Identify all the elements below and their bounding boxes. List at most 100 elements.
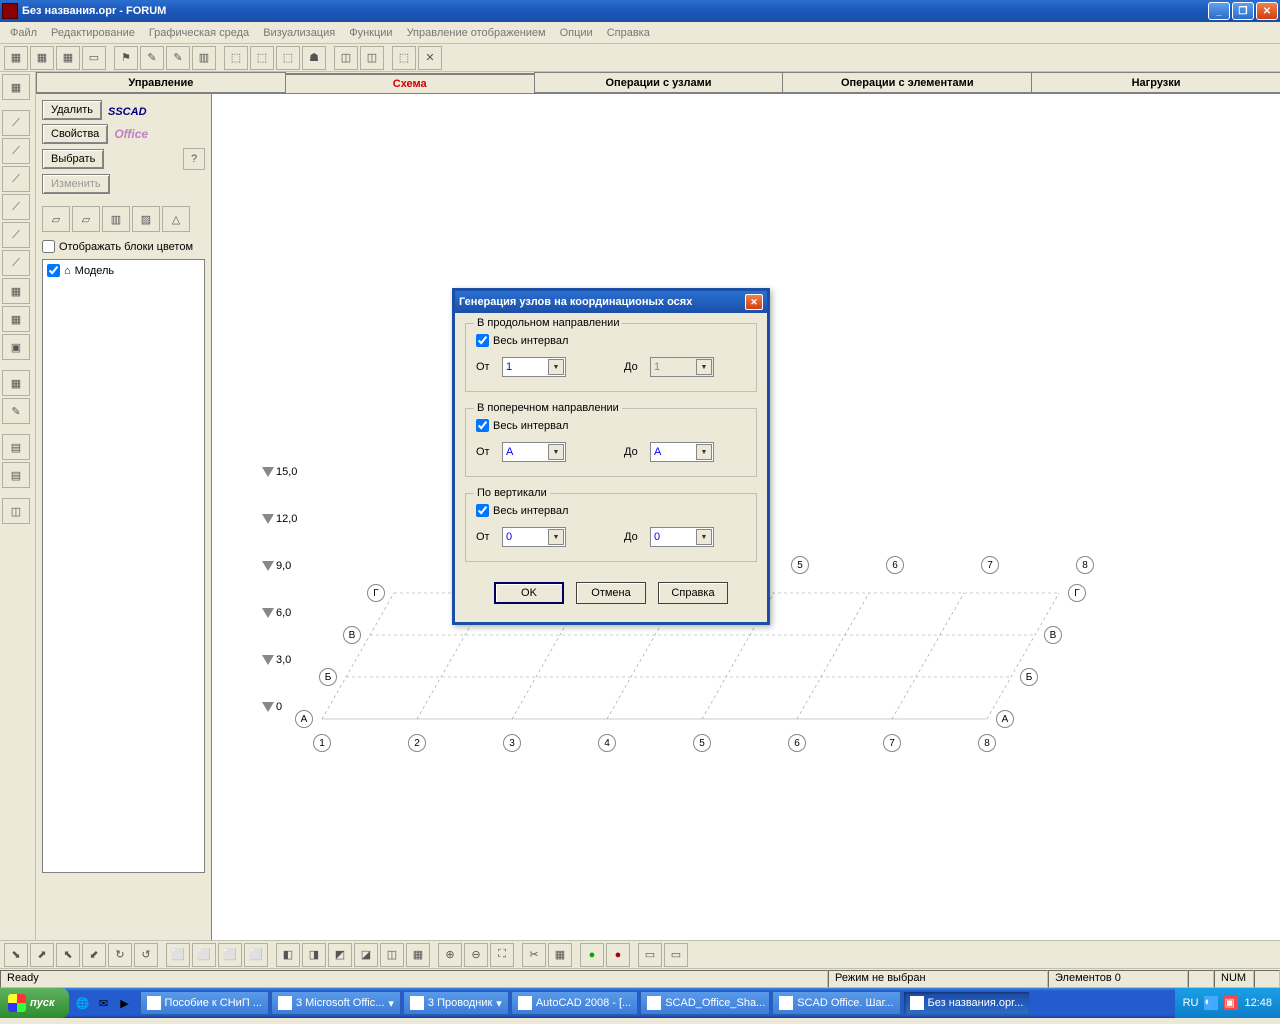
model-tree[interactable]: ⌂ Модель (42, 259, 205, 873)
view5-icon[interactable]: ↺ (134, 943, 158, 967)
edit-icon[interactable]: ✎ (140, 46, 164, 70)
cube3-icon[interactable]: ⬜ (218, 943, 242, 967)
tree-item[interactable]: ⌂ Модель (47, 264, 200, 277)
menu-item[interactable]: Графическая среда (143, 25, 255, 41)
delete-icon[interactable]: ✕ (418, 46, 442, 70)
panel-icon-5[interactable]: △ (162, 206, 190, 232)
ltool-3-icon[interactable]: ⟋ (2, 166, 30, 192)
ltool-11-icon[interactable]: ✎ (2, 398, 30, 424)
ql-media-icon[interactable]: ▶ (115, 993, 135, 1013)
cube1-icon[interactable]: ⬜ (166, 943, 190, 967)
menu-item[interactable]: Справка (601, 25, 656, 41)
columns-icon[interactable]: ▥ (192, 46, 216, 70)
panel-icon-4[interactable]: ▨ (132, 206, 160, 232)
sect1-icon[interactable]: ◧ (276, 943, 300, 967)
menu-item[interactable]: Редактирование (45, 25, 141, 41)
axes-icon[interactable]: ⬊ (4, 943, 28, 967)
taskbar-item[interactable]: SCAD Office. Шаг... (772, 991, 900, 1015)
ok-button[interactable]: OK (494, 582, 564, 604)
zoom-in-icon[interactable]: ⊕ (438, 943, 462, 967)
ltool-scheme-icon[interactable]: ▦ (2, 74, 30, 100)
tray-icon-2[interactable]: ▣ (1224, 996, 1238, 1010)
menu-item[interactable]: Файл (4, 25, 43, 41)
taskbar-item[interactable]: SCAD_Office_Sha... (640, 991, 770, 1015)
cube2-icon[interactable]: ⬜ (192, 943, 216, 967)
panel-icon-1[interactable]: ▱ (42, 206, 70, 232)
sect6-icon[interactable]: ▦ (406, 943, 430, 967)
panel-icon-2[interactable]: ▱ (72, 206, 100, 232)
start-button[interactable]: пуск (0, 988, 69, 1018)
ltool-7-icon[interactable]: ▦ (2, 278, 30, 304)
view1-icon[interactable]: ⬈ (30, 943, 54, 967)
dialog-close-button[interactable]: ✕ (745, 294, 763, 310)
chevron-down-icon[interactable]: ▼ (548, 444, 564, 460)
language-indicator[interactable]: RU (1183, 997, 1199, 1009)
taskbar-item[interactable]: AutoCAD 2008 - [... (511, 991, 638, 1015)
chevron-down-icon[interactable]: ▼ (696, 529, 712, 545)
zoom-fit-icon[interactable]: ⛶ (490, 943, 514, 967)
ltool-12-icon[interactable]: ▤ (2, 434, 30, 460)
minimize-button[interactable]: _ (1208, 2, 1230, 20)
vert-interval-checkbox[interactable] (476, 504, 489, 517)
menu-item[interactable]: Управление отображением (401, 25, 552, 41)
trans-from-select[interactable]: А▼ (502, 442, 566, 462)
red-dot-icon[interactable]: ● (606, 943, 630, 967)
vert-from-select[interactable]: 0▼ (502, 527, 566, 547)
taskbar-item[interactable]: 3 Проводник▾ (403, 991, 509, 1015)
tool6-icon[interactable]: ⬚ (392, 46, 416, 70)
ltool-2-icon[interactable]: ⟋ (2, 138, 30, 164)
sect5-icon[interactable]: ◫ (380, 943, 404, 967)
tool3-icon[interactable]: ⬚ (276, 46, 300, 70)
menu-item[interactable]: Функции (343, 25, 398, 41)
ltool-4-icon[interactable]: ⟋ (2, 194, 30, 220)
select-button[interactable]: Выбрать (42, 149, 104, 169)
main-tab[interactable]: Схема (285, 73, 535, 93)
trans-interval-checkbox[interactable] (476, 419, 489, 432)
main-tab[interactable]: Нагрузки (1031, 72, 1280, 92)
close-button[interactable]: ✕ (1256, 2, 1278, 20)
chevron-down-icon[interactable]: ▼ (696, 444, 712, 460)
long-interval-checkbox[interactable] (476, 334, 489, 347)
dialog-titlebar[interactable]: Генерация узлов на координационых осях ✕ (455, 291, 767, 313)
green-dot-icon[interactable]: ● (580, 943, 604, 967)
view3-icon[interactable]: ⬋ (82, 943, 106, 967)
cancel-button[interactable]: Отмена (576, 582, 646, 604)
properties-button[interactable]: Свойства (42, 124, 108, 144)
tree-checkbox[interactable] (47, 264, 60, 277)
taskbar-item[interactable]: Пособие к СНиП ... (140, 991, 269, 1015)
tray-icon-1[interactable]: ◐ (1204, 996, 1218, 1010)
sect2-icon[interactable]: ◨ (302, 943, 326, 967)
main-tab[interactable]: Операции с узлами (534, 72, 784, 92)
ltool-8-icon[interactable]: ▦ (2, 306, 30, 332)
tool5-icon[interactable]: ◫ (360, 46, 384, 70)
grid-small-icon[interactable]: ▦ (548, 943, 572, 967)
ltool-9-icon[interactable]: ▣ (2, 334, 30, 360)
zoom-out-icon[interactable]: ⊖ (464, 943, 488, 967)
win1-icon[interactable]: ▭ (638, 943, 662, 967)
scissors-icon[interactable]: ✂ (522, 943, 546, 967)
building-icon[interactable]: ☗ (302, 46, 326, 70)
help-icon[interactable]: ? (183, 148, 205, 170)
ltool-14-icon[interactable]: ◫ (2, 498, 30, 524)
view4-icon[interactable]: ↻ (108, 943, 132, 967)
grid-icon[interactable]: ▦ (4, 46, 28, 70)
edit2-icon[interactable]: ✎ (166, 46, 190, 70)
panel-icon-3[interactable]: ▥ (102, 206, 130, 232)
trans-to-select[interactable]: А▼ (650, 442, 714, 462)
taskbar-item[interactable]: Без названия.opr... (903, 991, 1031, 1015)
win2-icon[interactable]: ▭ (664, 943, 688, 967)
ltool-6-icon[interactable]: ⟋ (2, 250, 30, 276)
flag-icon[interactable]: ⚑ (114, 46, 138, 70)
ltool-10-icon[interactable]: ▦ (2, 370, 30, 396)
help-button[interactable]: Справка (658, 582, 728, 604)
menu-item[interactable]: Визуализация (257, 25, 341, 41)
delete-button[interactable]: Удалить (42, 100, 102, 120)
vert-to-select[interactable]: 0▼ (650, 527, 714, 547)
tool2-icon[interactable]: ⬚ (250, 46, 274, 70)
long-from-select[interactable]: 1▼ (502, 357, 566, 377)
sect4-icon[interactable]: ◪ (354, 943, 378, 967)
ltool-5-icon[interactable]: ⟋ (2, 222, 30, 248)
view2-icon[interactable]: ⬉ (56, 943, 80, 967)
maximize-button[interactable]: ❐ (1232, 2, 1254, 20)
tool4-icon[interactable]: ◫ (334, 46, 358, 70)
